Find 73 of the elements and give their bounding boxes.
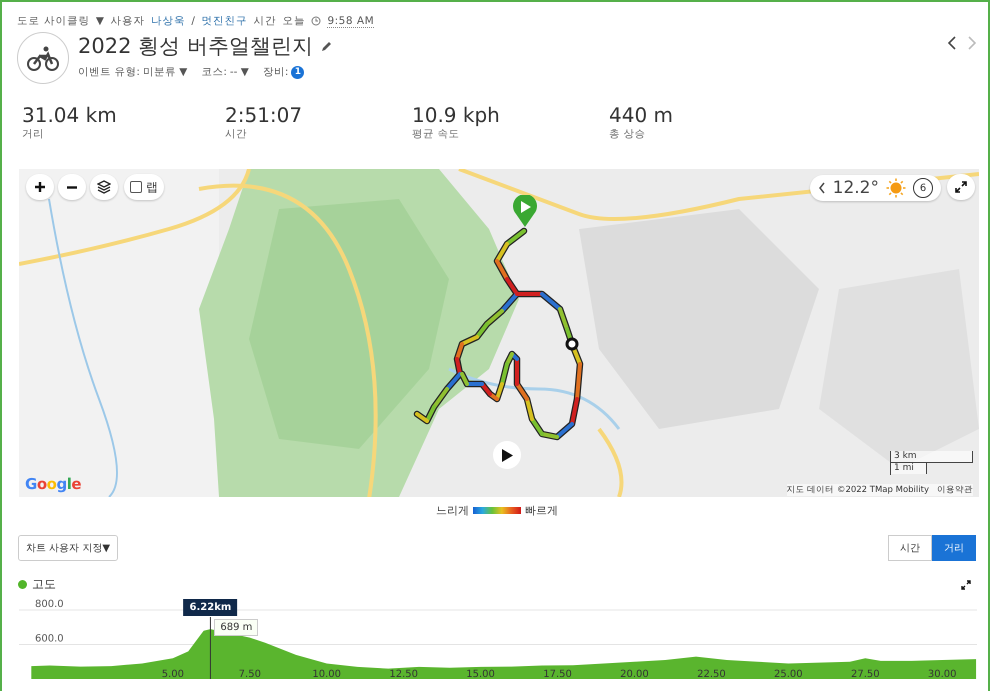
minus-icon [66, 186, 78, 188]
chart-title: 고도 [32, 576, 56, 593]
wind-speed: 6 [913, 178, 933, 198]
y-tick-label: 600.0 [35, 634, 64, 644]
y-tick-label: 800.0 [35, 599, 64, 610]
x-tick-label: 7.50 [238, 669, 261, 679]
meta-label: 코스: [201, 65, 227, 79]
play-icon [500, 448, 514, 462]
user-label: 사용자 [110, 14, 145, 28]
x-tick-label: 25.00 [774, 669, 803, 679]
x-tick-label: 30.00 [928, 669, 957, 679]
stat-label: 시간 [225, 127, 248, 141]
scale-imperial: 1 mi [891, 463, 927, 474]
legend-slow-label: 느리게 [436, 503, 469, 518]
x-tick-label: 20.00 [620, 669, 649, 679]
google-logo: Google [25, 475, 82, 493]
cyclist-icon [26, 45, 60, 71]
axis-tab[interactable]: 거리 [932, 535, 976, 561]
nickname-link[interactable]: 멋진친구 [201, 14, 248, 28]
tooltip-value: 689 m [214, 619, 258, 636]
time-label: 시간 [253, 14, 276, 28]
activity-type-link[interactable]: 도로 사이클링 [17, 14, 90, 28]
end-marker-icon [566, 338, 578, 350]
terms-link[interactable]: 이용약관 [937, 484, 973, 496]
map-attribution: 지도 데이터 ©2022 TMap Mobility [786, 484, 929, 496]
plus-icon [34, 181, 46, 193]
checkbox[interactable] [130, 181, 142, 193]
dropdown-caret[interactable]: ▼ [96, 15, 104, 27]
speed-gradient-bar [473, 507, 521, 514]
stat-value: 10.9 kph [412, 103, 501, 127]
legend-fast-label: 빠르게 [525, 503, 558, 518]
x-tick-label: 5.00 [162, 669, 184, 679]
stat-label: 평균 속도 [412, 127, 460, 141]
sun-icon [886, 178, 906, 198]
pencil-icon[interactable] [320, 40, 332, 52]
prev-button[interactable] [947, 36, 957, 50]
expand-icon[interactable] [961, 580, 971, 590]
time-text: 9:58 AM [327, 14, 374, 28]
activity-title: 2022 횡성 버추얼챌린지 [78, 33, 313, 60]
chevron-left-icon[interactable] [818, 182, 826, 194]
stat-label: 거리 [22, 127, 45, 141]
layers-icon [97, 180, 111, 194]
temperature-text: 12.2° [832, 178, 879, 198]
x-tick-label: 22.50 [697, 669, 726, 679]
chevron-right-icon [967, 36, 977, 50]
chart-settings-dropdown[interactable]: 차트 사용자 지정▼ [18, 535, 118, 561]
weather-widget[interactable]: 12.2° 6 [810, 175, 941, 201]
day-text: 오늘 [282, 14, 306, 28]
x-tick-label: 27.50 [850, 669, 880, 679]
stat-value: 31.04 km [22, 103, 118, 127]
x-tick-label: 12.50 [389, 669, 418, 679]
checkbox-label: 랩 [146, 178, 158, 196]
count-badge[interactable]: 1 [291, 66, 304, 78]
meta-dropdown[interactable]: 미분류 ▼ [142, 65, 188, 79]
stat-value: 2:51:07 [225, 103, 304, 127]
x-tick-label: 15.00 [466, 669, 495, 679]
expand-icon [955, 181, 967, 193]
x-tick-label: 10.00 [312, 669, 342, 679]
scale-metric: 3 km [891, 451, 973, 463]
clock-icon [311, 16, 322, 26]
stat-value: 440 m [609, 103, 674, 127]
meta-dropdown[interactable]: -- ▼ [230, 66, 249, 78]
tooltip-distance: 6.22km [184, 599, 238, 616]
meta-label: 장비: [262, 65, 288, 79]
chevron-left-icon [947, 36, 957, 50]
x-tick-label: 17.50 [543, 669, 572, 679]
axis-tab[interactable]: 시간 [888, 535, 932, 561]
start-marker-icon [513, 195, 537, 227]
stat-label: 총 상승 [609, 127, 646, 141]
meta-label: 이벤트 유형: [78, 65, 140, 79]
cursor-line [210, 616, 211, 679]
separator: / [191, 15, 196, 27]
user-link[interactable]: 나상욱 [150, 14, 186, 28]
